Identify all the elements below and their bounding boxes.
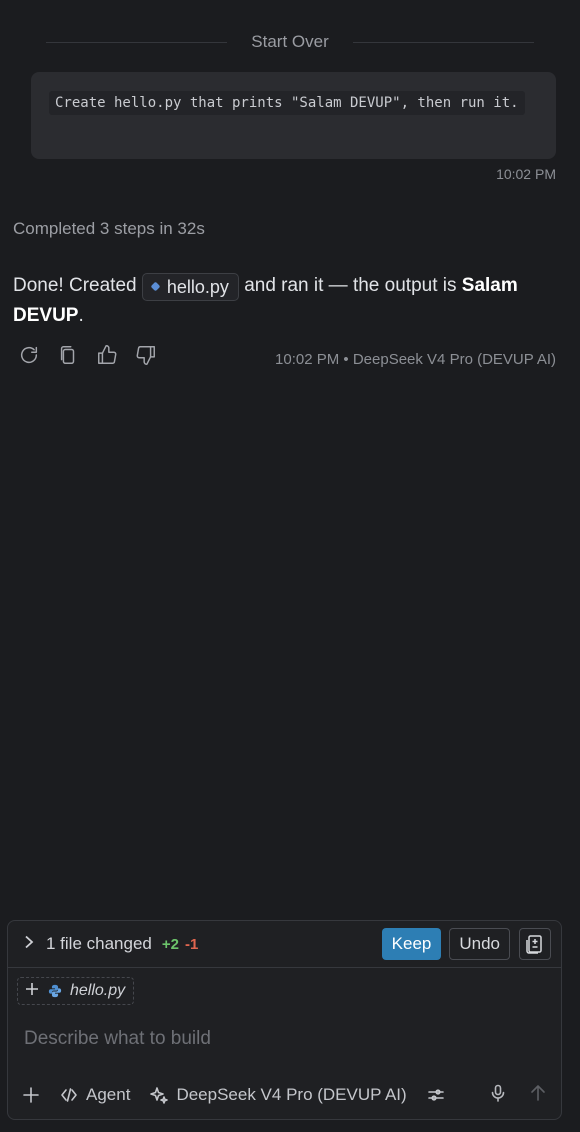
- divider-line-right: [352, 41, 534, 43]
- attached-file-name: hello.py: [70, 982, 126, 999]
- expand-changes-button[interactable]: [22, 935, 36, 954]
- chevron-right-icon: [25, 935, 34, 948]
- code-brackets-icon: [61, 1088, 77, 1102]
- answer-middle: and ran it — the output is: [244, 275, 457, 296]
- sliders-icon: [427, 1089, 444, 1101]
- message-actions: [16, 342, 159, 368]
- add-button[interactable]: [22, 1086, 40, 1104]
- composer: 1 file changed +2 -1 Keep Undo hello.py …: [7, 920, 562, 1120]
- refresh-icon: [20, 346, 38, 364]
- sparkle-icon: [150, 1087, 169, 1104]
- plus-icon: [26, 982, 38, 995]
- mode-selector[interactable]: Agent: [60, 1085, 130, 1105]
- user-message-text: Create hello.py that prints "Salam DEVUP…: [49, 91, 525, 115]
- composer-toolbar: Agent DeepSeek V4 Pro (DEVUP AI): [22, 1081, 547, 1109]
- microphone-icon: [491, 1084, 505, 1102]
- thumbs-down-icon: [136, 346, 155, 365]
- copy-button[interactable]: [55, 342, 81, 368]
- keep-button[interactable]: Keep: [381, 928, 442, 960]
- model-selector[interactable]: DeepSeek V4 Pro (DEVUP AI): [150, 1085, 407, 1105]
- changes-label[interactable]: 1 file changed: [46, 934, 152, 954]
- attached-file[interactable]: hello.py: [17, 977, 135, 1005]
- voice-input-button[interactable]: [489, 1084, 507, 1107]
- user-message: Create hello.py that prints "Salam DEVUP…: [31, 72, 556, 159]
- python-logo-icon: [48, 984, 62, 998]
- thumbs-up-button[interactable]: [94, 342, 120, 368]
- start-over-link[interactable]: Start Over: [251, 32, 328, 52]
- prompt-input[interactable]: Describe what to build: [24, 1028, 211, 1050]
- changes-bar: 1 file changed +2 -1 Keep Undo: [8, 921, 561, 968]
- message-meta: 10:02 PM • DeepSeek V4 Pro (DEVUP AI): [275, 351, 556, 368]
- deletions-count: -1: [184, 935, 199, 953]
- steps-summary[interactable]: Completed 3 steps in 32s: [13, 219, 205, 239]
- regenerate-button[interactable]: [16, 342, 42, 368]
- arrow-up-icon: [531, 1084, 545, 1101]
- copy-icon: [60, 346, 75, 364]
- undo-button[interactable]: Undo: [449, 928, 510, 960]
- mode-label: Agent: [86, 1085, 131, 1104]
- divider-line-left: [46, 41, 228, 43]
- model-label: DeepSeek V4 Pro (DEVUP AI): [176, 1085, 407, 1104]
- answer-suffix: .: [78, 305, 84, 326]
- document-diff-icon: [526, 935, 542, 954]
- review-changes-button[interactable]: [519, 928, 551, 960]
- plus-icon: [23, 1087, 39, 1103]
- file-chip[interactable]: hello.py: [141, 272, 239, 301]
- answer-prefix: Done! Created: [13, 275, 137, 296]
- file-chip-label: hello.py: [166, 276, 229, 297]
- add-context-button[interactable]: [24, 981, 40, 1002]
- additions-count: +2: [161, 935, 179, 953]
- settings-button[interactable]: [427, 1086, 445, 1104]
- start-over-divider: Start Over: [46, 30, 534, 54]
- assistant-answer: Done! Created hello.py and ran it — the …: [13, 271, 553, 331]
- user-message-time: 10:02 PM: [496, 166, 556, 182]
- thumbs-down-button[interactable]: [133, 342, 159, 368]
- thumbs-up-icon: [98, 345, 117, 364]
- send-button[interactable]: [529, 1084, 547, 1107]
- python-file-icon: [150, 281, 161, 292]
